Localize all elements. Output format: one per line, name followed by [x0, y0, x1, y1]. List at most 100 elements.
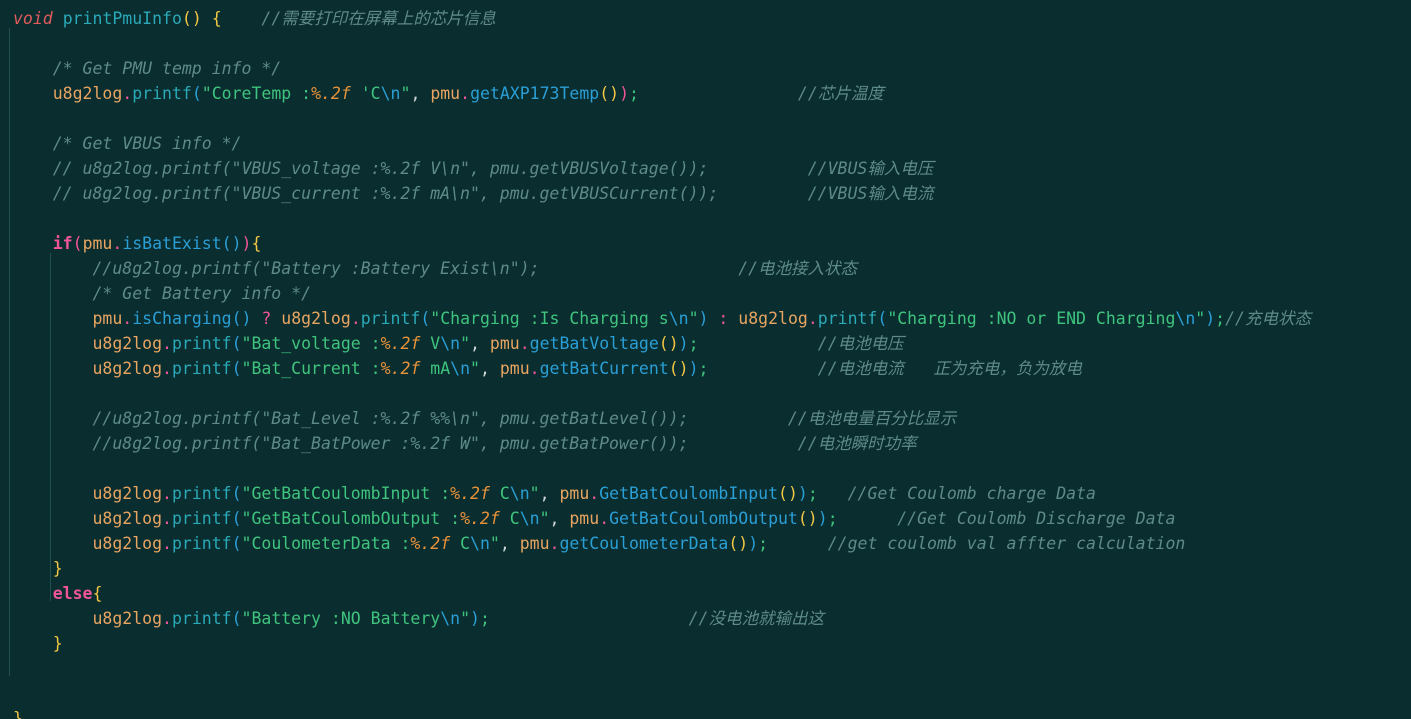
code-token: // u8g2log.printf("VBUS_current :%.2f mA…	[13, 184, 719, 203]
code-token: pmu	[82, 234, 113, 253]
code-token: /* Get PMU temp info */	[13, 59, 282, 78]
code-token: //需要打印在屏幕上的芯片信息	[261, 9, 496, 28]
code-token: %.2f	[380, 359, 421, 378]
code-token: .	[162, 359, 172, 378]
code-line[interactable]: }	[0, 631, 1411, 656]
code-token: %.2f	[460, 509, 500, 528]
code-line[interactable]: }	[0, 706, 1411, 719]
code-line[interactable]: }	[0, 556, 1411, 581]
code-token: {	[211, 9, 222, 28]
code-token: {	[92, 584, 103, 603]
code-line[interactable]	[0, 456, 1411, 481]
code-token: "	[489, 534, 500, 553]
code-token: ()	[599, 84, 620, 103]
code-token: ()	[778, 484, 798, 503]
code-line[interactable]: pmu.isCharging() ? u8g2log.printf("Charg…	[0, 306, 1411, 331]
code-line[interactable]: //u8g2log.printf("Bat_Level :%.2f %%\n",…	[0, 406, 1411, 431]
code-token: /* Get Battery info */	[13, 284, 312, 303]
code-line[interactable]	[0, 206, 1411, 231]
code-token: (	[231, 509, 242, 528]
code-line[interactable]: void printPmuInfo() { //需要打印在屏幕上的芯片信息	[0, 6, 1411, 31]
code-line[interactable]: //u8g2log.printf("Battery :Battery Exist…	[0, 256, 1411, 281]
code-token: :	[718, 309, 729, 328]
code-editor-pane[interactable]: void printPmuInfo() { //需要打印在屏幕上的芯片信息 /*…	[0, 0, 1411, 719]
code-token: ;	[827, 509, 838, 528]
code-token: %.2f	[380, 334, 421, 353]
code-line[interactable]: /* Get PMU temp info */	[0, 56, 1411, 81]
code-token: 'C	[350, 84, 381, 103]
code-line[interactable]: u8g2log.printf("GetBatCoulombOutput :%.2…	[0, 506, 1411, 531]
code-token: \n	[470, 534, 490, 553]
code-token: )	[698, 309, 709, 328]
code-line[interactable]: // u8g2log.printf("VBUS_current :%.2f mA…	[0, 181, 1411, 206]
code-token: pmu	[499, 359, 530, 378]
code-token: getCoulometerData	[559, 534, 729, 553]
code-token: ()	[728, 534, 749, 553]
code-token: (	[231, 359, 242, 378]
code-line[interactable]: u8g2log.printf("GetBatCoulombInput :%.2f…	[0, 481, 1411, 506]
code-token: \n	[440, 609, 461, 628]
code-line[interactable]: else{	[0, 581, 1411, 606]
code-token: pmu	[569, 509, 600, 528]
code-token: (	[231, 484, 242, 503]
code-token: else	[52, 584, 93, 603]
code-token: //电池电压	[817, 334, 904, 353]
code-token: C	[499, 509, 520, 528]
code-token: )	[797, 484, 808, 503]
code-token: {	[251, 234, 262, 253]
code-token: (	[231, 334, 242, 353]
code-token: .	[162, 509, 172, 528]
code-token: .	[350, 309, 361, 328]
code-token: ;	[629, 84, 639, 103]
code-token: ()	[668, 359, 689, 378]
code-line[interactable]	[0, 381, 1411, 406]
code-token: u8g2log	[738, 309, 808, 328]
code-token: ,	[549, 509, 570, 528]
code-token: .	[122, 309, 133, 328]
code-token: \n	[380, 84, 401, 103]
code-token: u8g2log	[92, 534, 163, 553]
code-token: .	[460, 84, 471, 103]
code-line[interactable]: u8g2log.printf("CoulometerData :%.2f C\n…	[0, 531, 1411, 556]
code-token: }	[52, 634, 63, 653]
code-token: )	[619, 84, 630, 103]
code-token: //u8g2log.printf("Battery :Battery Exist…	[13, 259, 540, 278]
code-token: //没电池就输出这	[688, 609, 824, 628]
code-token: "CoulometerData :	[241, 534, 411, 553]
code-line[interactable]	[0, 656, 1411, 681]
code-token: "	[529, 484, 540, 503]
code-line[interactable]	[0, 31, 1411, 56]
code-line[interactable]: //u8g2log.printf("Bat_BatPower :%.2f W",…	[0, 431, 1411, 456]
code-token: ()	[181, 9, 202, 28]
code-line[interactable]: // u8g2log.printf("VBUS_voltage :%.2f V\…	[0, 156, 1411, 181]
code-line[interactable]: /* Get VBUS info */	[0, 131, 1411, 156]
code-line[interactable]: u8g2log.printf("Battery :NO Battery\n");…	[0, 606, 1411, 631]
code-line[interactable]	[0, 681, 1411, 706]
code-line[interactable]: if(pmu.isBatExist()){	[0, 231, 1411, 256]
code-line[interactable]: /* Get Battery info */	[0, 281, 1411, 306]
code-token: printf	[171, 509, 232, 528]
code-token: ,	[470, 334, 490, 353]
code-token: V	[420, 334, 441, 353]
code-token: %.2f	[410, 534, 451, 553]
code-line[interactable]	[0, 106, 1411, 131]
code-line[interactable]: u8g2log.printf("Bat_voltage :%.2f V\n", …	[0, 331, 1411, 356]
code-line[interactable]: u8g2log.printf("Bat_Current :%.2f mA\n",…	[0, 356, 1411, 381]
code-token: .	[589, 484, 600, 503]
code-token: .	[112, 234, 123, 253]
code-token: ?	[261, 309, 272, 328]
code-token: pmu	[559, 484, 590, 503]
code-line[interactable]: u8g2log.printf("CoreTemp :%.2f 'C\n", pm…	[0, 81, 1411, 106]
